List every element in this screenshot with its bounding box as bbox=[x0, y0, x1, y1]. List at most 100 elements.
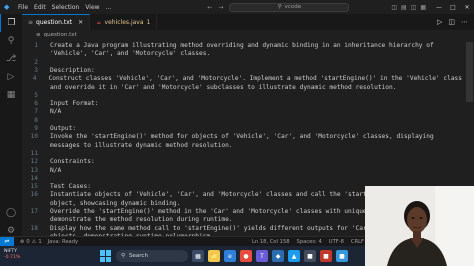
code-line[interactable]: and override it in 'Car' and 'Motorcycle… bbox=[22, 84, 462, 92]
menu-edit[interactable]: Edit bbox=[34, 4, 46, 11]
line-number bbox=[22, 142, 40, 150]
menu-view[interactable]: View bbox=[85, 4, 99, 11]
java-status-text: Java: Ready bbox=[47, 238, 79, 245]
code-line[interactable]: 13 N/A bbox=[22, 167, 462, 175]
line-text: Invoke the 'startEngine()' method for ob… bbox=[50, 133, 434, 141]
toggle-secondary-sidebar-icon[interactable]: ◫ bbox=[411, 4, 417, 11]
tab-label: question.txt bbox=[36, 19, 73, 26]
line-text: messages to illustrate dynamic method re… bbox=[50, 141, 233, 149]
code-line[interactable]: 2 bbox=[22, 59, 462, 67]
error-count: 0 bbox=[26, 238, 30, 245]
code-line[interactable]: 10 Invoke the 'startEngine()' method for … bbox=[22, 133, 462, 141]
toggle-sidebar-icon[interactable]: ◫ bbox=[391, 4, 397, 11]
line-number: 2 bbox=[34, 58, 38, 66]
remote-window-icon[interactable]: ⇌ bbox=[0, 236, 14, 247]
vscode-taskbar-icon[interactable]: ◆ bbox=[272, 250, 284, 262]
editor-tabs: ≡ question.txt ✕ ☕ vehicles.java 1 ▷ ◫ ⋯ bbox=[22, 14, 474, 30]
windows-start-icon[interactable] bbox=[100, 250, 112, 262]
account-icon[interactable]: ◯ bbox=[0, 204, 22, 222]
customize-layout-icon[interactable]: ▦ bbox=[420, 4, 426, 11]
code-line[interactable]: 11 bbox=[22, 150, 462, 158]
code-line[interactable]: 12 Constraints: bbox=[22, 158, 462, 166]
split-editor-icon[interactable]: ◫ bbox=[448, 18, 455, 26]
task-view-icon[interactable]: ▦ bbox=[192, 250, 204, 262]
code-line[interactable]: 'Vehicle', 'Car', and 'Motorcycle' class… bbox=[22, 50, 462, 58]
line-number: 4 bbox=[32, 75, 37, 83]
minimize-button[interactable]: — bbox=[432, 0, 446, 14]
search-view-icon[interactable]: ⚲ bbox=[0, 32, 22, 50]
code-line[interactable]: 8 bbox=[22, 117, 462, 125]
line-text: Constraints: bbox=[50, 158, 95, 166]
presenter-video-feed bbox=[365, 186, 474, 266]
run-file-icon[interactable]: ▷ bbox=[437, 18, 442, 26]
line-number: 10 bbox=[30, 133, 38, 141]
line-text: N/A bbox=[50, 166, 62, 174]
line-text bbox=[40, 59, 50, 67]
activity-bar: ❐ ⚲ ⎇ ▷ ▦ ◯ ⚙ bbox=[0, 14, 22, 244]
menu-more[interactable]: ... bbox=[106, 4, 112, 11]
line-text bbox=[40, 175, 50, 183]
code-line[interactable]: 7 N/A bbox=[22, 108, 462, 116]
line-number: 6 bbox=[34, 100, 38, 108]
taskbar-search[interactable]: ⚲ Search bbox=[116, 250, 188, 262]
code-line[interactable]: 9 Output: bbox=[22, 125, 462, 133]
file-explorer-icon[interactable]: 📁 bbox=[208, 250, 220, 262]
scrollbar-thumb[interactable] bbox=[466, 42, 473, 102]
webcam-overlay bbox=[365, 186, 474, 266]
line-text: Input Format: bbox=[50, 100, 99, 108]
code-line[interactable]: 1 Create a Java program illustrating meth… bbox=[22, 42, 462, 50]
maximize-button[interactable]: □ bbox=[446, 0, 460, 14]
forward-arrow-icon[interactable]: → bbox=[218, 4, 223, 11]
edge-browser-icon[interactable]: e bbox=[224, 250, 236, 262]
java-status[interactable]: Java: Ready bbox=[48, 239, 78, 245]
app-icon[interactable]: ▲ bbox=[288, 250, 300, 262]
line-number: 15 bbox=[30, 183, 38, 191]
more-actions-icon[interactable]: ⋯ bbox=[461, 18, 468, 26]
tab-vehicles-java[interactable]: ☕ vehicles.java 1 bbox=[90, 14, 158, 30]
app-icon[interactable]: ■ bbox=[320, 250, 332, 262]
extensions-icon[interactable]: ▦ bbox=[0, 86, 22, 104]
back-arrow-icon[interactable]: ← bbox=[207, 4, 212, 11]
code-line[interactable]: 6 Input Format: bbox=[22, 100, 462, 108]
tab-question-txt[interactable]: ≡ question.txt ✕ bbox=[22, 14, 91, 30]
close-tab-icon[interactable]: ✕ bbox=[78, 19, 83, 26]
line-text: and override it in 'Car' and 'Motorcycle… bbox=[50, 83, 397, 91]
search-icon: ⚲ bbox=[277, 4, 282, 10]
code-line[interactable]: 4 Construct classes 'Vehicle', 'Car', and… bbox=[22, 75, 462, 83]
code-line[interactable]: messages to illustrate dynamic method re… bbox=[22, 142, 462, 150]
warning-icon: ⚠ bbox=[31, 238, 37, 245]
end-of-line[interactable]: CRLF bbox=[351, 239, 364, 245]
cursor-position[interactable]: Ln 18, Col 158 bbox=[252, 239, 290, 245]
line-text: demonstrate the method resolution during… bbox=[50, 216, 233, 224]
line-number bbox=[22, 216, 40, 224]
problems-indicator[interactable]: ⊗ 0 ⚠ 1 bbox=[20, 239, 42, 245]
line-text bbox=[40, 150, 50, 158]
explorer-icon[interactable]: ❐ bbox=[0, 14, 22, 32]
run-debug-icon[interactable]: ▷ bbox=[0, 68, 22, 86]
app-icon[interactable]: ■ bbox=[336, 250, 348, 262]
menu-file[interactable]: File bbox=[18, 4, 28, 11]
line-number: 16 bbox=[30, 191, 38, 199]
file-encoding[interactable]: UTF-8 bbox=[329, 239, 344, 245]
line-number: 3 bbox=[34, 66, 38, 74]
source-control-icon[interactable]: ⎇ bbox=[0, 50, 22, 68]
app-icon[interactable]: ■ bbox=[304, 250, 316, 262]
breadcrumb-file[interactable]: question.txt bbox=[44, 32, 77, 38]
chrome-icon[interactable]: ● bbox=[240, 250, 252, 262]
close-window-button[interactable]: ✕ bbox=[460, 0, 474, 14]
code-line[interactable]: 14 bbox=[22, 175, 462, 183]
indentation[interactable]: Spaces: 4 bbox=[297, 239, 322, 245]
line-number: 12 bbox=[30, 158, 38, 166]
code-line[interactable]: 3 Description: bbox=[22, 67, 462, 75]
code-line[interactable]: 5 bbox=[22, 92, 462, 100]
line-text bbox=[40, 92, 50, 100]
toggle-panel-icon[interactable]: ▤ bbox=[401, 4, 407, 11]
command-center-search[interactable]: ⚲ vcode bbox=[229, 2, 350, 12]
line-text: Create a Java program illustrating metho… bbox=[50, 42, 434, 49]
line-number: 11 bbox=[30, 149, 38, 157]
line-text: N/A bbox=[50, 108, 62, 116]
teams-icon[interactable]: T bbox=[256, 250, 268, 262]
line-number bbox=[22, 50, 40, 58]
stock-widget[interactable]: NIFTY -0.71% bbox=[4, 249, 44, 263]
menu-selection[interactable]: Selection bbox=[52, 4, 80, 11]
